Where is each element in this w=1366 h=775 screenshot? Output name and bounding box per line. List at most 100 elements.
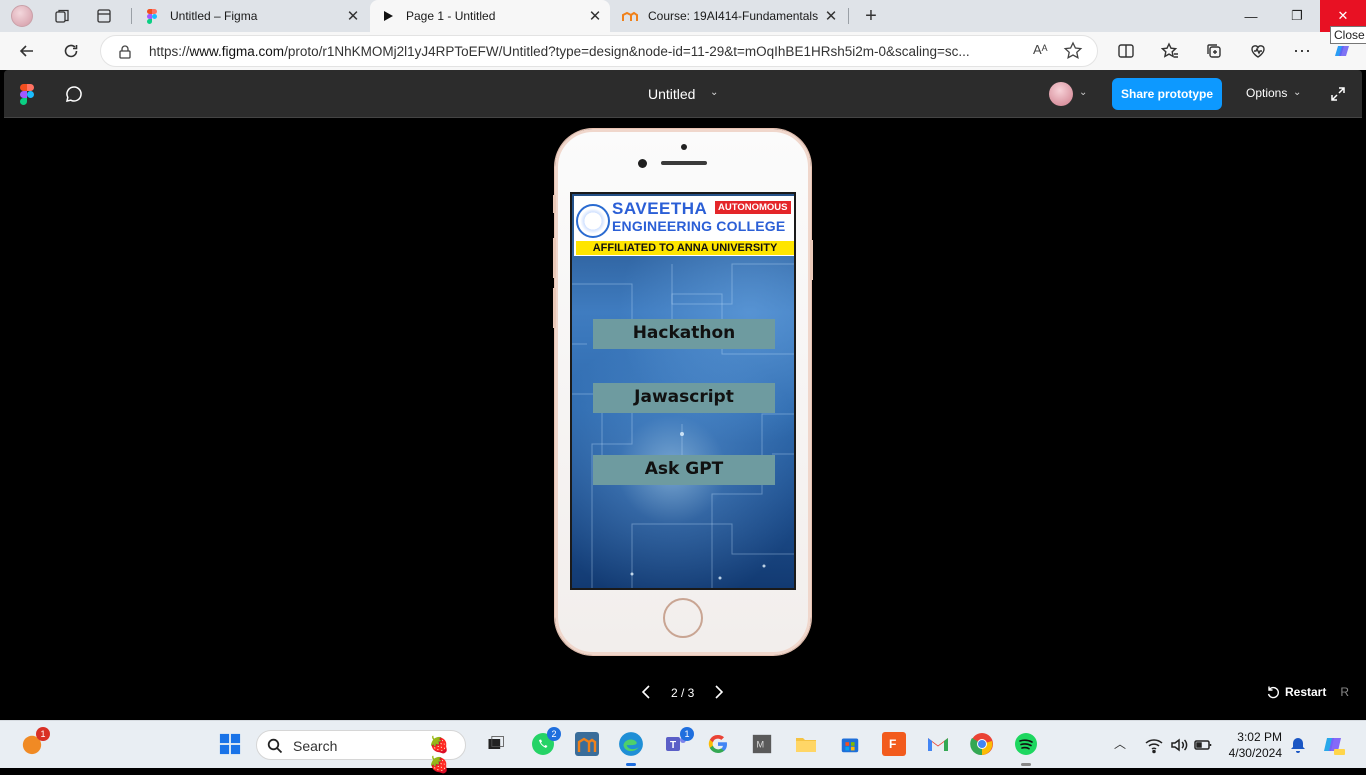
college-seal-logo bbox=[576, 204, 610, 238]
svg-text:T: T bbox=[670, 740, 676, 751]
tab-course[interactable]: Course: 19AI414-Fundamentals c ✕ bbox=[612, 0, 846, 32]
share-prototype-button[interactable]: Share prototype bbox=[1112, 78, 1222, 110]
autonomous-badge: AUTONOMOUS bbox=[715, 201, 791, 214]
front-camera bbox=[681, 144, 687, 150]
system-clock[interactable]: 3:02 PM 4/30/2024 bbox=[1226, 729, 1282, 761]
user-avatar[interactable] bbox=[1049, 82, 1073, 106]
javascript-button[interactable]: Jawascript bbox=[593, 383, 775, 413]
restart-button[interactable]: Restart R bbox=[1266, 685, 1349, 699]
tab-page1-untitled[interactable]: Page 1 - Untitled ✕ bbox=[370, 0, 610, 32]
previous-frame-icon[interactable] bbox=[639, 684, 655, 700]
favorites-icon[interactable] bbox=[1157, 39, 1183, 63]
figma-logo-icon[interactable] bbox=[20, 84, 34, 105]
favorite-star-icon[interactable] bbox=[1063, 41, 1083, 61]
frame-counter: 2 / 3 bbox=[671, 686, 695, 700]
browser-tab-strip: Untitled – Figma ✕ Page 1 - Untitled ✕ C… bbox=[0, 0, 1366, 32]
search-label: Search bbox=[293, 738, 338, 754]
whatsapp-badge: 2 bbox=[547, 727, 561, 741]
gmail-icon[interactable] bbox=[924, 730, 952, 758]
comment-icon[interactable] bbox=[64, 84, 84, 104]
power-button bbox=[810, 240, 813, 280]
proximity-sensor bbox=[638, 159, 647, 168]
microsoft-store-icon[interactable] bbox=[836, 730, 864, 758]
tab-separator bbox=[848, 8, 849, 24]
new-tab-button[interactable]: + bbox=[860, 5, 882, 27]
battery-icon[interactable] bbox=[1193, 735, 1213, 755]
browser-essentials-icon[interactable] bbox=[1245, 39, 1271, 63]
url-text[interactable]: https://www.figma.com/proto/r1NhKMOMj2l1… bbox=[149, 44, 1019, 59]
figma-icon bbox=[144, 8, 160, 24]
task-view-icon[interactable] bbox=[482, 730, 510, 758]
search-icon bbox=[267, 738, 283, 754]
svg-text:M: M bbox=[757, 740, 765, 750]
address-bar[interactable]: https://www.figma.com/proto/r1NhKMOMj2l1… bbox=[100, 35, 1098, 67]
file-title[interactable]: Untitled bbox=[648, 86, 695, 102]
browser-profile-button[interactable] bbox=[8, 3, 36, 29]
earpiece-speaker bbox=[661, 161, 707, 165]
strawberry-icon: 🍓🍓 bbox=[429, 737, 449, 774]
options-button[interactable]: Options bbox=[1246, 86, 1287, 100]
lock-icon[interactable] bbox=[117, 44, 133, 60]
fortnite-app-icon[interactable]: F bbox=[880, 730, 908, 758]
college-name-line2: ENGINEERING COLLEGE bbox=[612, 218, 786, 234]
tab-actions-icon[interactable] bbox=[94, 6, 114, 26]
show-hidden-icons-icon[interactable]: ︿ bbox=[1114, 735, 1126, 752]
split-screen-icon[interactable] bbox=[1113, 39, 1139, 63]
restore-button[interactable]: ❐ bbox=[1274, 0, 1320, 32]
teams-icon[interactable]: T 1 bbox=[662, 727, 694, 758]
close-tooltip: Close bbox=[1330, 26, 1366, 44]
play-icon bbox=[380, 8, 396, 24]
moodle-icon bbox=[622, 8, 638, 24]
teams-badge: 1 bbox=[680, 727, 694, 741]
wifi-icon[interactable] bbox=[1144, 735, 1164, 755]
clock-date: 4/30/2024 bbox=[1228, 746, 1282, 760]
minimize-button[interactable]: — bbox=[1228, 0, 1274, 32]
restart-label: Restart bbox=[1285, 685, 1327, 699]
mute-switch bbox=[553, 195, 556, 213]
more-options-icon[interactable]: ⋯ bbox=[1289, 39, 1315, 63]
workspaces-icon[interactable] bbox=[52, 6, 72, 26]
restart-shortcut: R bbox=[1340, 685, 1350, 699]
tab-untitled-figma[interactable]: Untitled – Figma ✕ bbox=[134, 0, 368, 32]
back-button[interactable] bbox=[14, 39, 40, 63]
prototype-screen: SAVEETHA AUTONOMOUS ENGINEERING COLLEGE … bbox=[570, 192, 796, 590]
next-frame-icon[interactable] bbox=[710, 684, 726, 700]
spotify-icon[interactable] bbox=[1012, 730, 1040, 758]
fullscreen-icon[interactable] bbox=[1330, 86, 1346, 102]
edge-icon[interactable] bbox=[617, 730, 645, 758]
tab-close-icon[interactable]: ✕ bbox=[342, 5, 364, 27]
minecraft-icon[interactable]: M bbox=[748, 730, 776, 758]
chevron-down-icon[interactable]: ⌄ bbox=[710, 87, 718, 98]
start-icon[interactable] bbox=[216, 730, 244, 758]
home-button[interactable] bbox=[663, 598, 703, 638]
svg-text:F: F bbox=[889, 737, 896, 751]
windows-taskbar: 1 Search 🍓🍓 2 T 1 M F ︿ 3:02 PM 4/30/202… bbox=[0, 720, 1366, 774]
notification-app-icon[interactable]: 1 bbox=[18, 727, 50, 758]
taskbar-search-input[interactable]: Search 🍓🍓 bbox=[256, 730, 466, 774]
tab-close-icon[interactable]: ✕ bbox=[584, 5, 606, 27]
active-app-indicator bbox=[626, 763, 636, 766]
clock-time: 3:02 PM bbox=[1237, 730, 1282, 744]
chrome-icon[interactable] bbox=[968, 730, 996, 758]
copilot-preview-icon[interactable] bbox=[1322, 733, 1346, 757]
google-icon[interactable] bbox=[704, 730, 732, 758]
notification-bell-icon[interactable] bbox=[1288, 735, 1308, 755]
running-app-indicator bbox=[1021, 763, 1031, 766]
read-aloud-icon[interactable]: Aᴬ bbox=[1033, 42, 1048, 57]
profile-avatar bbox=[11, 5, 33, 27]
tab-close-icon[interactable]: ✕ bbox=[820, 5, 842, 27]
volume-icon[interactable] bbox=[1169, 735, 1189, 755]
collections-icon[interactable] bbox=[1201, 39, 1227, 63]
moodle-app-icon[interactable] bbox=[573, 730, 601, 758]
hackathon-button[interactable]: Hackathon bbox=[593, 319, 775, 349]
ask-gpt-button[interactable]: Ask GPT bbox=[593, 455, 775, 485]
restart-icon bbox=[1267, 686, 1279, 699]
whatsapp-icon[interactable]: 2 bbox=[529, 727, 561, 758]
volume-down-button bbox=[553, 288, 556, 328]
figma-toolbar: Untitled ⌄ ⌄ Share prototype Options ⌄ bbox=[4, 70, 1362, 118]
refresh-button[interactable] bbox=[58, 39, 84, 63]
file-explorer-icon[interactable] bbox=[792, 730, 820, 758]
chevron-down-icon[interactable]: ⌄ bbox=[1079, 87, 1087, 98]
chevron-down-icon[interactable]: ⌄ bbox=[1293, 87, 1301, 98]
tab-separator bbox=[131, 8, 132, 24]
